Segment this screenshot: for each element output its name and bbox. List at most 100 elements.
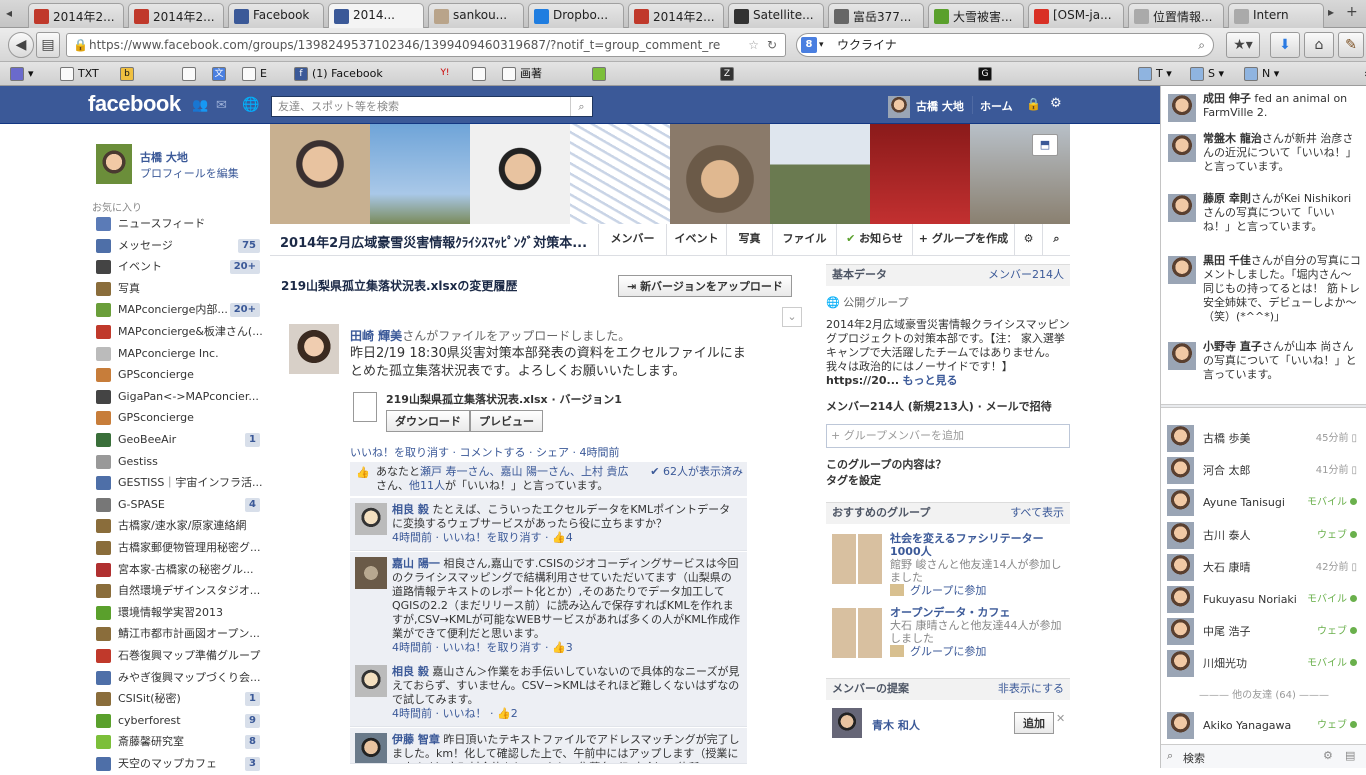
profile-name[interactable]: 古橋 大地 (140, 149, 188, 165)
post-options-icon[interactable]: ⌄ (782, 307, 802, 327)
bookmark-apps[interactable]: ▾ (8, 65, 34, 83)
ticker-story[interactable]: 小野寺 直子さんが山本 尚さんの写真について「いいね！」と言っています。 (1161, 334, 1366, 388)
commenter-name[interactable]: 伊藤 智章 (392, 733, 440, 746)
bookmark-blank2[interactable] (470, 65, 490, 83)
sidebar-item[interactable]: GeoBeeAir 1 (96, 431, 262, 451)
ticker-story[interactable]: 成田 伸子 fed an animal on FarmVille 2. (1161, 86, 1366, 126)
browser-tab[interactable]: 2014... (328, 3, 424, 28)
url-bar[interactable]: 🔒 https://www.facebook.com/groups/139824… (66, 33, 786, 57)
sidebar-item[interactable]: Gestiss (96, 453, 262, 473)
group-title[interactable]: 2014年2月広域豪雪災害情報ｸﾗｲｼｽﾏｯﾋﾟﾝｸﾞ対策本... (280, 232, 587, 251)
group-thumbnail[interactable] (832, 534, 882, 584)
commenter-avatar[interactable] (355, 557, 387, 589)
notifications-icon[interactable]: 🌐 (242, 97, 259, 113)
search-icon[interactable]: ⌕ (570, 97, 592, 116)
sidebar-item[interactable]: 宮本家-古橋家の秘密グル... (96, 561, 262, 581)
settings-icon[interactable]: ⚙ (1323, 749, 1333, 762)
sidebar-item[interactable]: GESTISS｜宇宙インフラ活... (96, 474, 262, 494)
cover-photo[interactable] (570, 124, 670, 224)
add-member-button[interactable]: 追加 (1014, 712, 1054, 734)
commenter-name[interactable]: 相良 毅 (392, 665, 429, 678)
commenter-name[interactable]: 嘉山 陽一 (392, 557, 440, 570)
invite-link[interactable]: メールで招待 (986, 400, 1052, 413)
chat-friend[interactable]: 河合 太郎 41分前 ▯ (1161, 455, 1366, 487)
edit-profile-link[interactable]: プロフィールを編集 (140, 165, 239, 181)
settings-icon[interactable]: ⚙ (1014, 224, 1042, 255)
browser-tab[interactable]: [OSM-ja... (1028, 3, 1124, 28)
sidebar-item[interactable]: 石巻復興マップ準備グループ (96, 647, 262, 667)
member-count[interactable]: メンバー214人 (新規213人) (826, 400, 974, 413)
post-actions[interactable]: いいね！を取り消す · コメントする · シェア · 4時間前 (350, 444, 619, 460)
google-icon[interactable]: 8 (801, 37, 817, 53)
ticker-story[interactable]: 常盤木 龍治さんが新井 治彦さんの近況について「いいね！」と言っています。 (1161, 126, 1366, 180)
messages-icon[interactable]: ✉ (216, 98, 227, 113)
browser-tab[interactable]: 位置情報... (1128, 3, 1224, 28)
likes-others[interactable]: 他11人 (409, 479, 445, 492)
browser-tab[interactable]: 富岳377... (828, 3, 924, 28)
comment-like-count[interactable]: 👍4 (552, 531, 573, 544)
about-question[interactable]: このグループの内容は？ (826, 456, 1070, 472)
browser-tab[interactable]: 大雪被害... (928, 3, 1024, 28)
tab-events[interactable]: イベント (666, 224, 726, 255)
bookmark-gacho[interactable]: 画著 (500, 65, 542, 83)
chat-search-input[interactable]: 検索 (1183, 750, 1205, 766)
chat-options-icon[interactable]: ▤ (1345, 749, 1355, 762)
facebook-logo[interactable]: facebook (88, 91, 181, 117)
history-button[interactable]: ▤ (36, 32, 60, 58)
set-tags-link[interactable]: タグを設定 (826, 472, 1070, 488)
tab-notifications[interactable]: ✔ お知らせ (836, 224, 912, 255)
tab-photos[interactable]: 写真 (726, 224, 772, 255)
cover-photo[interactable] (470, 124, 570, 224)
settings-icon[interactable]: ⚙ (1050, 96, 1062, 111)
cover-photo[interactable] (270, 124, 370, 224)
browser-tab[interactable]: Intern (1228, 3, 1324, 28)
commenter-name[interactable]: 相良 毅 (392, 503, 429, 516)
sidebar-item[interactable]: 古橋家郵便物管理用秘密グ... (96, 539, 262, 559)
browser-tab[interactable]: Satellite... (728, 3, 824, 28)
sidebar-item[interactable]: GigaPan<->MAPconcier... (96, 388, 262, 408)
avatar[interactable] (888, 96, 910, 118)
tab-scroll-right-icon[interactable]: ▸ (1328, 5, 1334, 19)
file-name[interactable]: 219山梨県孤立集落状況表.xlsx (386, 393, 548, 406)
members-link[interactable]: メンバー214人 (988, 265, 1064, 285)
search-icon[interactable]: ⌕ (1042, 224, 1070, 255)
sidebar-item[interactable]: GPSconcierge (96, 409, 262, 429)
avatar[interactable] (832, 708, 862, 738)
comment-actions[interactable]: 4時間前 · いいね！を取り消す · (392, 641, 552, 654)
preview-button[interactable]: プレビュー (470, 410, 543, 432)
bookmark-menu-button[interactable]: ★▾ (1226, 32, 1260, 58)
change-cover-icon[interactable]: ⬒ (1032, 134, 1058, 156)
ticker-story[interactable]: 藤原 幸則さんがKei Nishikoriさんの写真について「いいね！」と言って… (1161, 186, 1366, 240)
bookmark-g[interactable]: G (976, 65, 996, 83)
bookmark-blank[interactable] (180, 65, 200, 83)
group-thumbnail[interactable] (832, 608, 882, 658)
sidebar-item[interactable]: 環境情報学実習2013 (96, 604, 262, 624)
new-tab-icon[interactable]: + (1346, 4, 1358, 20)
sidebar-item[interactable]: 自然環境デザインスタジオ... (96, 582, 262, 602)
browser-tab[interactable]: 2014年2... (128, 3, 224, 28)
comment-like-count[interactable]: 👍2 (497, 707, 518, 720)
bookmark-folder-n[interactable]: N ▾ (1242, 65, 1279, 83)
join-group-button[interactable]: グループに参加 (890, 645, 1070, 658)
commenter-avatar[interactable] (355, 665, 387, 697)
chat-friend[interactable]: Akiko Yanagawa ウェブ (1161, 710, 1366, 742)
browser-tab[interactable]: Facebook (228, 3, 324, 28)
bookmark-folder-t[interactable]: T ▾ (1136, 65, 1172, 83)
sidebar-item[interactable]: G-SPASE 4 (96, 496, 262, 516)
close-icon[interactable]: ✕ (1056, 712, 1065, 725)
reload-icon[interactable]: ↻ (767, 34, 777, 56)
sidebar-item[interactable]: ニュースフィード (96, 215, 262, 235)
home-icon[interactable]: ⌂ (1304, 32, 1334, 58)
sidebar-item[interactable]: MAPconcierge Inc. (96, 345, 262, 365)
bookmark-txt[interactable]: TXT (58, 65, 99, 83)
sidebar-item[interactable]: みやぎ復興マップづくり会... (96, 669, 262, 689)
bookmark-translate[interactable]: 文 (210, 65, 230, 83)
sidebar-item[interactable]: 古橋家/速水家/原家連絡網 (96, 517, 262, 537)
sidebar-item[interactable]: イベント 20+ (96, 258, 262, 278)
bookmark-facebook[interactable]: f (1) Facebook (292, 65, 383, 83)
create-group-tab[interactable]: + グループを作成 (912, 224, 1014, 255)
chat-friend[interactable]: 古川 泰人 ウェブ (1161, 520, 1366, 552)
sidebar-item[interactable]: MAPconcierge内部... 20+ (96, 301, 262, 321)
chat-friend[interactable]: 大石 康晴 42分前 ▯ (1161, 552, 1366, 584)
author-avatar[interactable] (289, 324, 339, 374)
